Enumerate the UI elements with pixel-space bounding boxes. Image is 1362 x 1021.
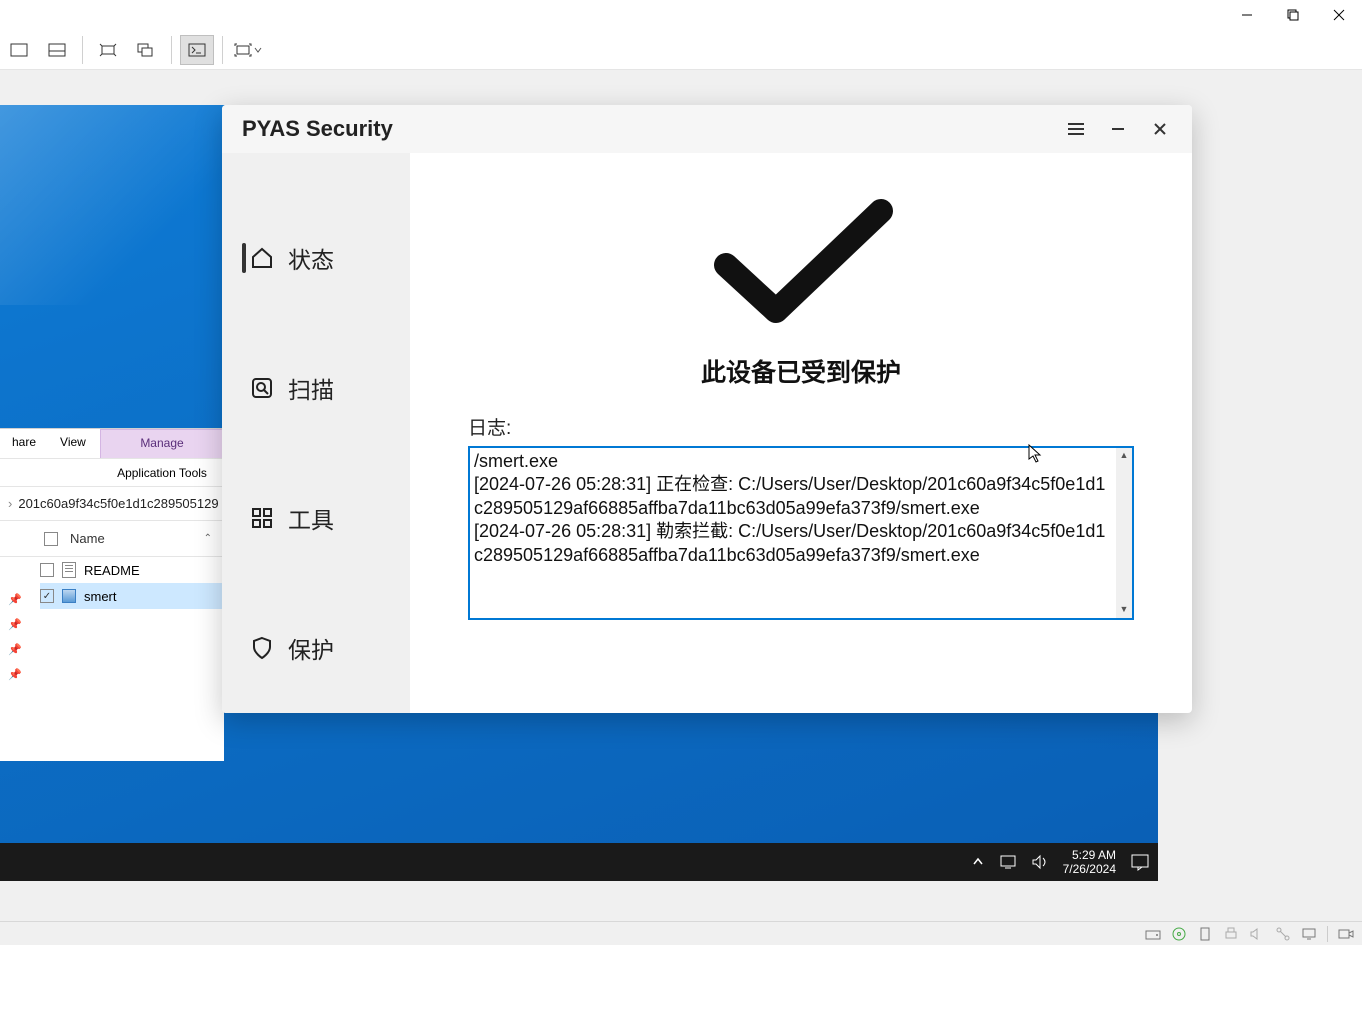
status-network-icon[interactable]: [1275, 926, 1291, 942]
explorer-breadcrumb[interactable]: › 201c60a9f34c5f0e1d1c289505129: [0, 487, 224, 521]
scan-icon: [250, 376, 274, 400]
select-all-checkbox[interactable]: [44, 532, 58, 546]
explorer-ribbon-tabs: hare View Manage: [0, 429, 224, 459]
ribbon-tab-share[interactable]: hare: [0, 429, 48, 458]
ribbon-tab-manage[interactable]: Manage: [100, 429, 224, 458]
nav-label: 工具: [288, 501, 334, 535]
pyas-title: PYAS Security: [242, 116, 393, 142]
host-close-button[interactable]: [1316, 0, 1362, 30]
host-statusbar: [0, 921, 1362, 945]
status-audio-icon[interactable]: [1249, 926, 1265, 942]
nav-status[interactable]: 状态: [222, 193, 410, 323]
nav-scan[interactable]: 扫描: [222, 323, 410, 453]
pyas-sidebar: 状态 扫描 工具 保护: [222, 153, 410, 713]
nav-label: 状态: [288, 241, 334, 275]
host-window-titlebar: [0, 0, 1362, 30]
pin-icon: 📌: [8, 593, 22, 606]
pyas-close-button[interactable]: [1148, 117, 1172, 141]
nav-tools[interactable]: 工具: [222, 453, 410, 583]
toolbar-fit-icon[interactable]: [91, 35, 125, 65]
status-heading: 此设备已受到保护: [701, 353, 901, 389]
toolbar-window-split-icon[interactable]: [40, 35, 74, 65]
ribbon-tab-view[interactable]: View: [48, 429, 98, 458]
chevron-down-icon: [254, 46, 262, 54]
file-name: README: [84, 563, 140, 578]
action-center-icon[interactable]: [1130, 853, 1150, 871]
toolbar-terminal-icon[interactable]: [180, 35, 214, 65]
volume-icon[interactable]: [1031, 854, 1049, 870]
exe-file-icon: [62, 589, 76, 603]
status-display-icon[interactable]: [1301, 926, 1317, 942]
explorer-file-list: README ✓ smert: [0, 557, 224, 609]
network-icon[interactable]: [999, 854, 1017, 870]
toolbar-window-single-icon[interactable]: [2, 35, 36, 65]
explorer-window[interactable]: hare View Manage Application Tools › 201…: [0, 428, 224, 761]
taskbar-clock[interactable]: 5:29 AM 7/26/2024: [1063, 848, 1116, 877]
pyas-titlebar[interactable]: PYAS Security: [222, 105, 1192, 153]
shield-icon: [250, 636, 274, 660]
log-content[interactable]: /smert.exe [2024-07-26 05:28:31] 正在检查: C…: [470, 448, 1116, 618]
file-row[interactable]: ✓ smert: [40, 583, 224, 609]
file-name: smert: [84, 589, 117, 604]
pyas-minimize-button[interactable]: [1106, 117, 1130, 141]
log-textbox[interactable]: /smert.exe [2024-07-26 05:28:31] 正在检查: C…: [468, 446, 1134, 620]
pin-icon: 📌: [8, 668, 22, 681]
status-usb-icon[interactable]: [1197, 926, 1213, 942]
chevron-right-icon: ›: [8, 496, 12, 511]
checkmark-icon: [706, 193, 896, 323]
file-checkbox[interactable]: [40, 563, 54, 577]
pyas-window[interactable]: PYAS Security 状态 扫描: [222, 105, 1192, 713]
scroll-up-icon[interactable]: ▲: [1116, 448, 1132, 464]
explorer-ribbon-subtabs: Application Tools: [0, 459, 224, 487]
file-checkbox[interactable]: ✓: [40, 589, 54, 603]
quick-access-pins: 📌 📌 📌 📌: [8, 593, 22, 681]
toolbar-fullscreen-dropdown[interactable]: [231, 35, 265, 65]
collapse-group-icon[interactable]: ⌃: [204, 533, 212, 544]
ribbon-subtab-apptools[interactable]: Application Tools: [100, 466, 224, 480]
tray-overflow-icon[interactable]: [971, 855, 985, 869]
clock-time: 5:29 AM: [1063, 848, 1116, 862]
breadcrumb-segment[interactable]: 201c60a9f34c5f0e1d1c289505129: [18, 496, 218, 511]
host-toolbar: [0, 30, 1362, 70]
log-scrollbar[interactable]: ▲ ▼: [1116, 448, 1132, 618]
clock-date: 7/26/2024: [1063, 862, 1116, 876]
grid-icon: [250, 506, 274, 530]
host-maximize-button[interactable]: [1270, 0, 1316, 30]
toolbar-expand-icon[interactable]: [129, 35, 163, 65]
pin-icon: 📌: [8, 618, 22, 631]
log-label: 日志:: [468, 413, 511, 440]
status-drive-icon[interactable]: [1145, 926, 1161, 942]
nav-protect[interactable]: 保护: [222, 583, 410, 713]
scroll-down-icon[interactable]: ▼: [1116, 602, 1132, 618]
status-printer-icon[interactable]: [1223, 926, 1239, 942]
pin-icon: 📌: [8, 643, 22, 656]
nav-label: 扫描: [288, 371, 334, 405]
explorer-column-header[interactable]: Name ⌃: [0, 521, 224, 557]
status-camera-icon[interactable]: [1338, 926, 1354, 942]
vm-desktop[interactable]: hare View Manage Application Tools › 201…: [0, 105, 1158, 881]
host-canvas: hare View Manage Application Tools › 201…: [0, 70, 1362, 921]
text-file-icon: [62, 562, 76, 578]
windows-taskbar[interactable]: 5:29 AM 7/26/2024: [0, 843, 1158, 881]
status-disc-icon[interactable]: [1171, 926, 1187, 942]
pyas-main-panel: 此设备已受到保护 日志: /smert.exe [2024-07-26 05:2…: [410, 153, 1192, 713]
home-icon: [250, 246, 274, 270]
host-minimize-button[interactable]: [1224, 0, 1270, 30]
file-row[interactable]: README: [40, 557, 224, 583]
nav-label: 保护: [288, 631, 334, 665]
menu-icon[interactable]: [1064, 117, 1088, 141]
